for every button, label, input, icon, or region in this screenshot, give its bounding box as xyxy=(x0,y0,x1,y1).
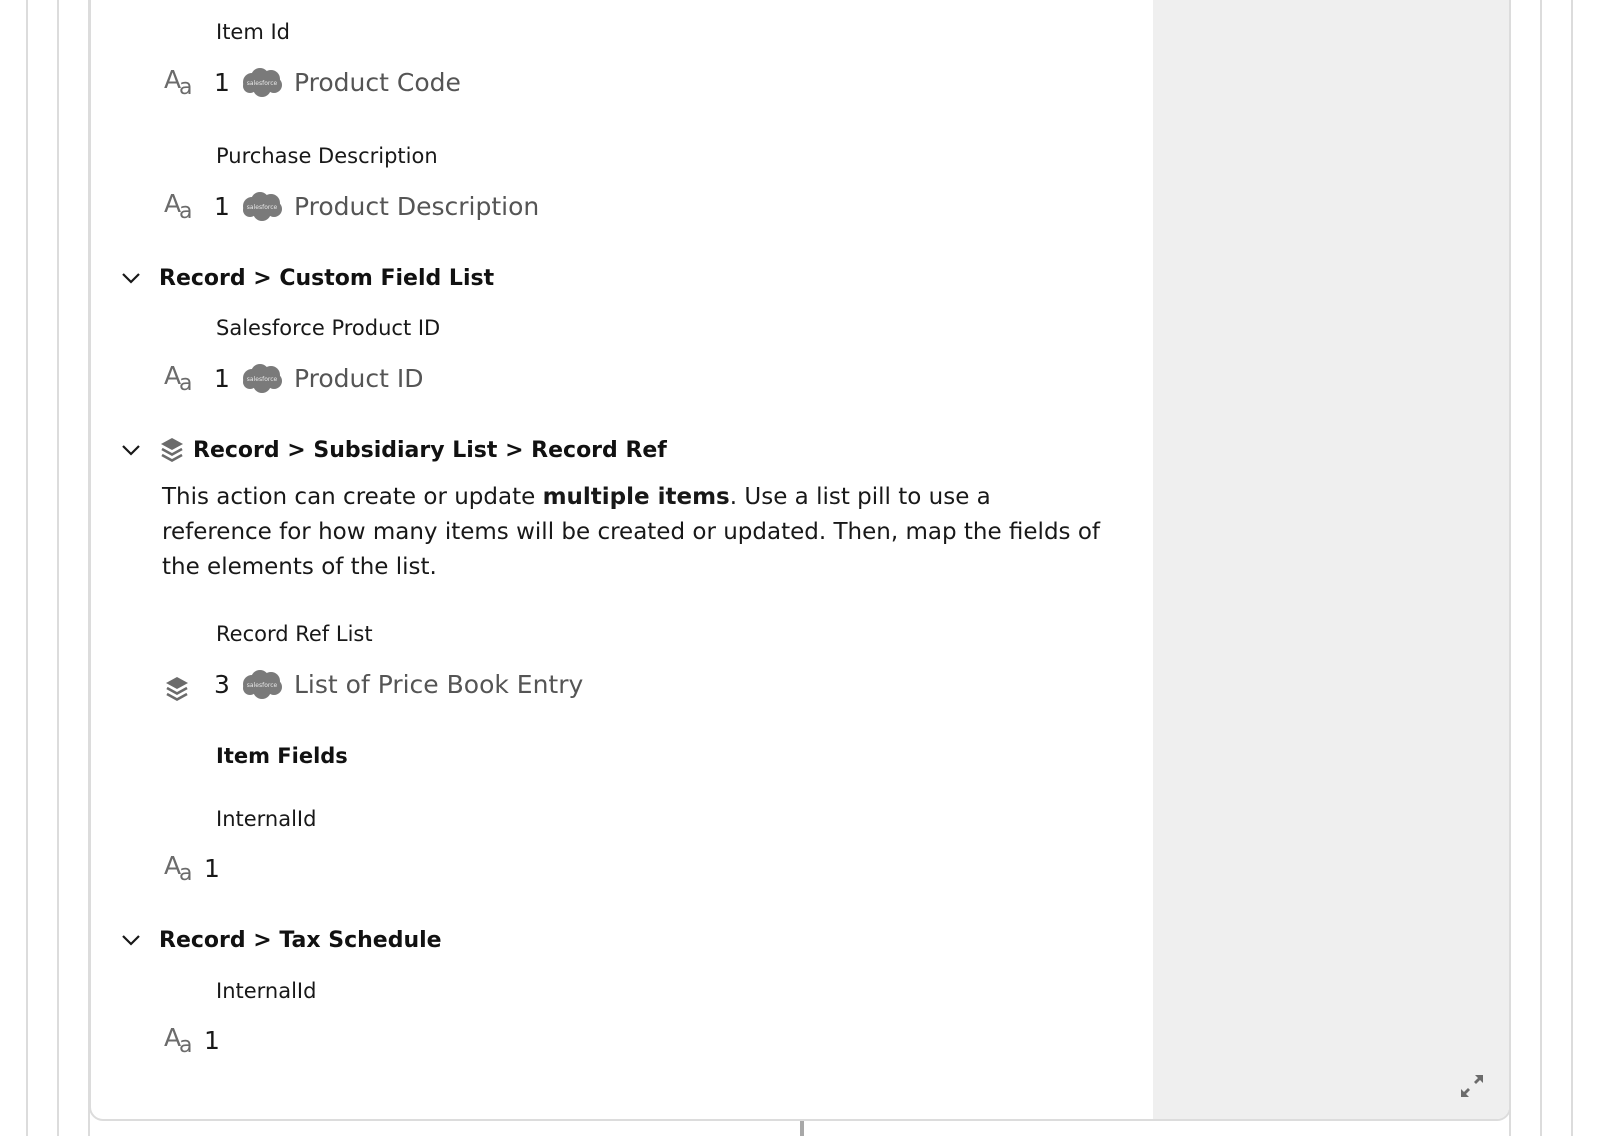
field-value: Product Description xyxy=(294,191,540,221)
field-value-input[interactable]: Aa 1 xyxy=(164,1020,230,1060)
list-value-pill[interactable]: 3 salesforce List of Price Book Entry xyxy=(164,664,583,704)
text-type-icon: Aa xyxy=(164,65,193,100)
field-value: 1 xyxy=(204,853,220,883)
item-fields-heading: Item Fields xyxy=(216,744,348,768)
field-label: InternalId xyxy=(216,979,317,1003)
svg-text:salesforce: salesforce xyxy=(247,80,278,87)
text-type-icon: Aa xyxy=(164,189,193,224)
section-title: Record > Custom Field List xyxy=(159,265,495,291)
section-header-subsidiary-list[interactable]: Record > Subsidiary List > Record Ref xyxy=(119,432,667,468)
expand-icon[interactable] xyxy=(1457,1071,1487,1101)
field-value: 1 xyxy=(204,1025,220,1055)
step-number: 1 xyxy=(214,363,230,393)
salesforce-cloud-icon: salesforce xyxy=(243,670,282,699)
action-card: Item Id Aa 1 salesforce Product Code Pur… xyxy=(89,0,1511,1121)
section-title: Record > Subsidiary List > Record Ref xyxy=(193,437,667,463)
svg-text:salesforce: salesforce xyxy=(247,376,278,383)
canvas-guide-line xyxy=(1571,0,1573,1136)
field-value: Product ID xyxy=(294,363,424,393)
field-value: Product Code xyxy=(294,67,461,97)
flow-connector-line xyxy=(800,1121,804,1136)
field-label: InternalId xyxy=(216,807,317,831)
field-value: List of Price Book Entry xyxy=(294,669,584,699)
canvas-guide-line xyxy=(57,0,59,1136)
field-value-pill[interactable]: Aa 1 salesforce Product Code xyxy=(164,62,461,102)
chevron-down-icon[interactable] xyxy=(119,438,143,462)
field-value-input[interactable]: Aa 1 xyxy=(164,848,230,888)
step-number: 1 xyxy=(214,191,230,221)
field-label: Item Id xyxy=(216,20,291,44)
step-number: 3 xyxy=(214,669,230,699)
field-label: Record Ref List xyxy=(216,622,373,646)
svg-text:salesforce: salesforce xyxy=(247,682,278,689)
salesforce-cloud-icon: salesforce xyxy=(243,192,282,221)
description-emphasis: multiple items xyxy=(542,484,730,510)
salesforce-cloud-icon: salesforce xyxy=(243,364,282,393)
chevron-down-icon[interactable] xyxy=(119,266,143,290)
field-label: Salesforce Product ID xyxy=(216,316,441,340)
field-value-pill[interactable]: Aa 1 salesforce Product Description xyxy=(164,186,539,226)
list-description: This action can create or update multipl… xyxy=(162,480,1102,585)
text-type-icon: Aa xyxy=(164,1023,193,1058)
description-text: This action can create or update xyxy=(162,484,543,510)
side-panel xyxy=(1153,0,1509,1119)
svg-text:salesforce: salesforce xyxy=(247,204,278,211)
chevron-down-icon[interactable] xyxy=(119,928,143,952)
layers-icon xyxy=(161,438,183,462)
canvas-guide-line xyxy=(26,0,28,1136)
field-label: Purchase Description xyxy=(216,144,438,168)
section-title: Record > Tax Schedule xyxy=(159,927,442,953)
step-number: 1 xyxy=(214,67,230,97)
canvas-guide-line xyxy=(1540,0,1542,1136)
layers-icon xyxy=(166,677,188,701)
section-header-custom-field-list[interactable]: Record > Custom Field List xyxy=(119,260,494,296)
text-type-icon: Aa xyxy=(164,851,193,886)
field-value-pill[interactable]: Aa 1 salesforce Product ID xyxy=(164,358,424,398)
salesforce-cloud-icon: salesforce xyxy=(243,68,282,97)
section-header-tax-schedule[interactable]: Record > Tax Schedule xyxy=(119,922,442,958)
text-type-icon: Aa xyxy=(164,361,193,396)
